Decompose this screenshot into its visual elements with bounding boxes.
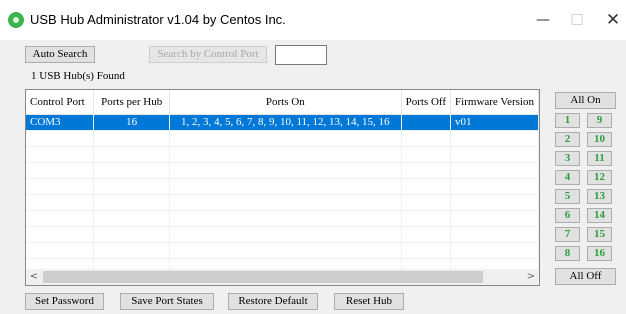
- empty-row: [26, 194, 539, 211]
- all-on-button[interactable]: All On: [555, 92, 616, 109]
- reset-hub-button[interactable]: Reset Hub: [334, 293, 404, 310]
- cell-ports-per-hub: 16: [93, 114, 170, 131]
- port-14-button[interactable]: 14: [587, 208, 612, 223]
- cell-ports-off: [401, 114, 452, 131]
- port-6-button[interactable]: 6: [555, 208, 580, 223]
- set-password-button[interactable]: Set Password: [25, 293, 104, 310]
- empty-row: [26, 162, 539, 179]
- save-port-states-button[interactable]: Save Port States: [120, 293, 214, 310]
- close-button[interactable]: ✕: [598, 8, 626, 32]
- port-9-button[interactable]: 9: [587, 113, 612, 128]
- table-row[interactable]: COM3 16 1, 2, 3, 4, 5, 6, 7, 8, 9, 10, 1…: [26, 114, 539, 131]
- port-12-button[interactable]: 12: [587, 170, 612, 185]
- port-2-button[interactable]: 2: [555, 132, 580, 147]
- empty-row: [26, 242, 539, 259]
- port-1-button[interactable]: 1: [555, 113, 580, 128]
- port-8-button[interactable]: 8: [555, 246, 580, 261]
- port-7-button[interactable]: 7: [555, 227, 580, 242]
- port-13-button[interactable]: 13: [587, 189, 612, 204]
- maximize-button[interactable]: ☐: [562, 8, 592, 32]
- column-header-firmware-version[interactable]: Firmware Version: [450, 90, 539, 115]
- control-port-input[interactable]: [275, 45, 327, 65]
- scroll-right-icon[interactable]: >: [523, 269, 539, 285]
- column-header-control-port[interactable]: Control Port: [26, 90, 95, 115]
- column-header-ports-on[interactable]: Ports On: [169, 90, 402, 115]
- hub-table: Control Port Ports per Hub Ports On Port…: [26, 90, 539, 275]
- search-by-control-port-button: Search by Control Port: [149, 46, 267, 63]
- empty-row: [26, 130, 539, 147]
- empty-row: [26, 226, 539, 243]
- port-16-button[interactable]: 16: [587, 246, 612, 261]
- minimize-button[interactable]: —: [528, 8, 558, 32]
- cell-control-port: COM3: [26, 114, 95, 131]
- empty-row: [26, 146, 539, 163]
- title-bar: USB Hub Administrator v1.04 by Centos In…: [0, 0, 626, 40]
- restore-default-button[interactable]: Restore Default: [228, 293, 318, 310]
- empty-row: [26, 210, 539, 227]
- scrollbar-thumb[interactable]: [43, 271, 483, 283]
- port-4-button[interactable]: 4: [555, 170, 580, 185]
- cell-ports-on: 1, 2, 3, 4, 5, 6, 7, 8, 9, 10, 11, 12, 1…: [169, 114, 402, 131]
- usb-hub-app-icon: [8, 12, 24, 28]
- window-title: USB Hub Administrator v1.04 by Centos In…: [30, 12, 286, 27]
- auto-search-button[interactable]: Auto Search: [25, 46, 95, 63]
- port-11-button[interactable]: 11: [587, 151, 612, 166]
- scroll-left-icon[interactable]: <: [26, 269, 42, 285]
- column-header-ports-off[interactable]: Ports Off: [401, 90, 452, 115]
- cell-firmware-version: v01: [450, 114, 539, 131]
- empty-row: [26, 178, 539, 195]
- port-5-button[interactable]: 5: [555, 189, 580, 204]
- hub-list-grid[interactable]: Control Port Ports per Hub Ports On Port…: [25, 89, 540, 286]
- horizontal-scrollbar[interactable]: < >: [26, 269, 539, 285]
- column-header-ports-per-hub[interactable]: Ports per Hub: [93, 90, 170, 115]
- hubs-found-status: 1 USB Hub(s) Found: [31, 70, 125, 82]
- port-3-button[interactable]: 3: [555, 151, 580, 166]
- port-15-button[interactable]: 15: [587, 227, 612, 242]
- port-10-button[interactable]: 10: [587, 132, 612, 147]
- all-off-button[interactable]: All Off: [555, 268, 616, 285]
